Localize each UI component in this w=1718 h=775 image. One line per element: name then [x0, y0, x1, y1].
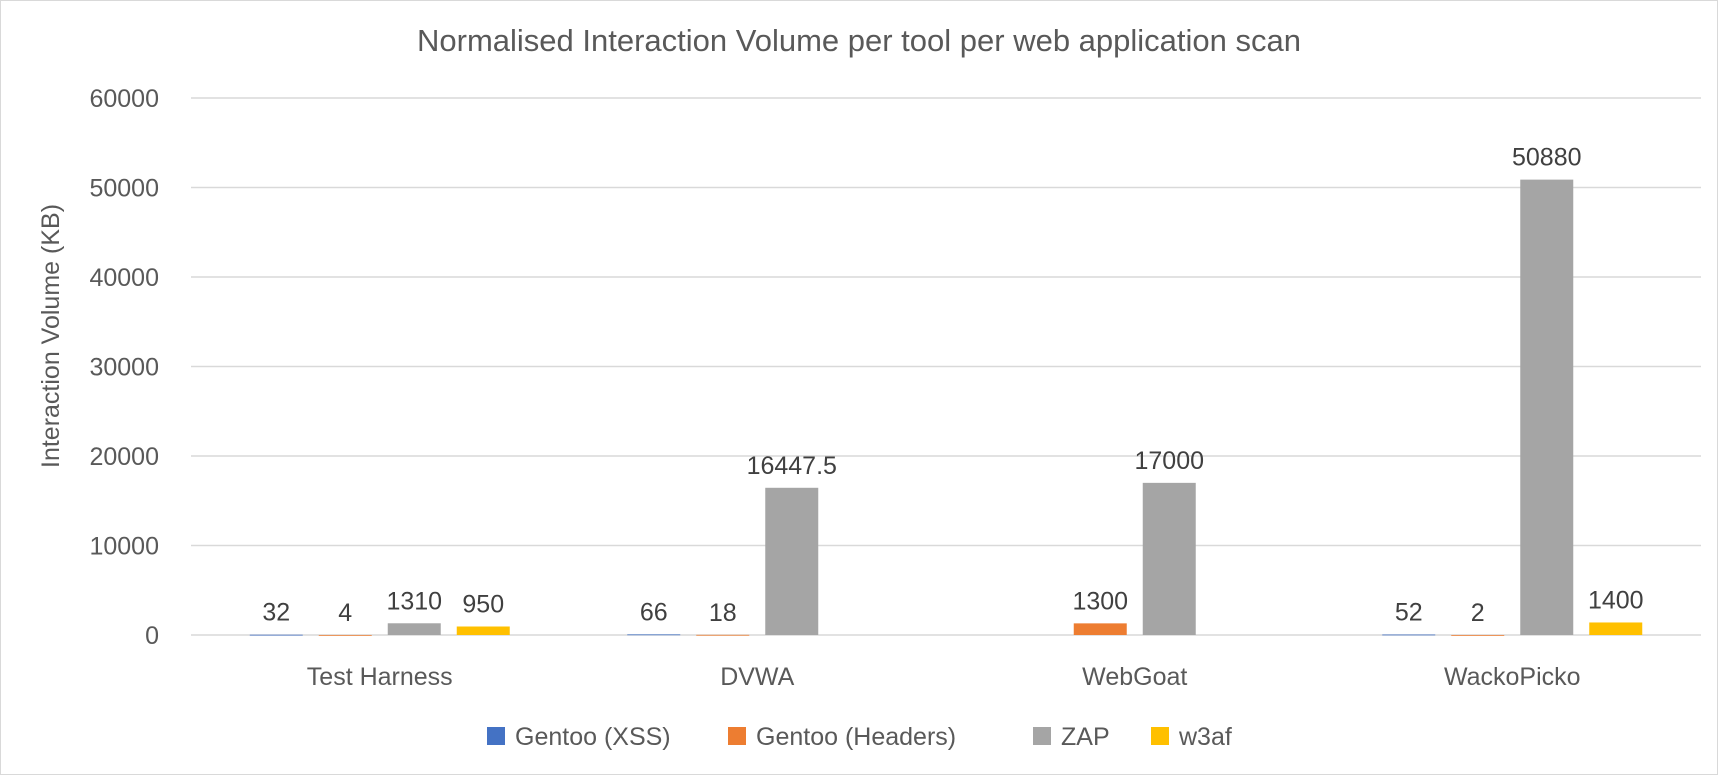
data-label: 950 [462, 590, 504, 618]
bar [318, 634, 372, 636]
y-tick-label: 30000 [89, 354, 159, 382]
legend-label: Gentoo (Headers) [756, 723, 956, 751]
bar-chart-svg: Normalised Interaction Volume per tool p… [37, 23, 1701, 751]
category-label: WebGoat [1082, 663, 1187, 691]
y-axis-ticks: 0 10000 20000 30000 40000 50000 60000 [89, 85, 159, 650]
chart: Normalised Interaction Volume per tool p… [0, 0, 1718, 775]
y-tick-label: 10000 [89, 533, 159, 561]
data-label: 1400 [1588, 586, 1644, 614]
legend-label: Gentoo (XSS) [515, 723, 671, 751]
data-label: 4 [338, 599, 352, 627]
category-label: WackoPicko [1444, 663, 1581, 691]
bars [249, 179, 1643, 636]
x-axis-categories: Test Harness DVWA WebGoat WackoPicko [307, 663, 1581, 691]
legend-swatch [728, 727, 746, 745]
data-label: 1300 [1072, 587, 1128, 615]
bar [627, 634, 681, 636]
legend-label: ZAP [1061, 723, 1110, 751]
bar [765, 487, 819, 635]
category-label: DVWA [720, 663, 794, 691]
data-label: 17000 [1134, 447, 1204, 475]
legend: Gentoo (XSS) Gentoo (Headers) ZAP w3af [487, 723, 1232, 751]
data-label: 16447.5 [747, 452, 837, 480]
bar [249, 634, 303, 636]
bar [1382, 634, 1436, 636]
data-label: 32 [262, 599, 290, 627]
legend-swatch [1033, 727, 1051, 745]
data-label: 50880 [1512, 144, 1582, 172]
legend-swatch [487, 727, 505, 745]
gridlines [191, 97, 1701, 636]
chart-title: Normalised Interaction Volume per tool p… [417, 23, 1301, 58]
y-axis-label: Interaction Volume (KB) [37, 204, 65, 468]
data-labels: 32 4 1310 950 66 18 16447.5 1300 17000 52 2 50880 14… [262, 144, 1643, 627]
y-tick-label: 60000 [89, 85, 159, 113]
data-label: 18 [709, 599, 737, 627]
legend-swatch [1151, 727, 1169, 745]
legend-label: w3af [1178, 723, 1232, 751]
y-tick-label: 50000 [89, 175, 159, 203]
bar [387, 623, 441, 635]
bar [1589, 622, 1643, 635]
category-label: Test Harness [307, 663, 453, 691]
y-tick-label: 0 [145, 622, 159, 650]
bar [456, 626, 510, 635]
data-label: 2 [1471, 599, 1485, 627]
bar [1073, 623, 1127, 635]
y-tick-label: 20000 [89, 443, 159, 471]
data-label: 52 [1395, 599, 1423, 627]
bar [1142, 482, 1196, 635]
bar [696, 634, 750, 636]
data-label: 66 [640, 598, 668, 626]
bar [1451, 634, 1505, 636]
data-label: 1310 [386, 587, 442, 615]
y-tick-label: 40000 [89, 264, 159, 292]
bar [1520, 179, 1574, 635]
